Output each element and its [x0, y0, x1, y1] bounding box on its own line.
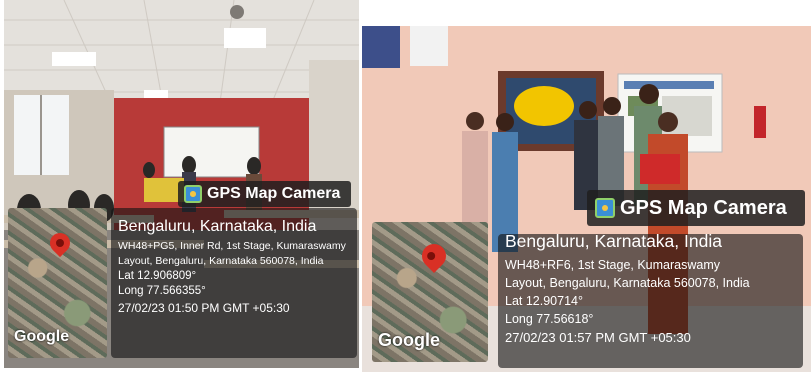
timestamp: 27/02/23 01:50 PM GMT +05:30	[118, 301, 290, 315]
city-label: Bengaluru, Karnataka, India	[505, 231, 722, 251]
camera-icon	[184, 185, 202, 203]
location-pin-icon	[417, 239, 451, 273]
longitude: Long 77.56618°	[505, 312, 594, 326]
address-line1: WH48+RF6, 1st Stage, Kumaraswamy	[505, 258, 721, 272]
google-logo: Google	[14, 328, 70, 345]
location-pin-icon	[45, 228, 75, 258]
latitude: Lat 12.90714°	[505, 294, 583, 308]
address-line1: WH48+PG5, Inner Rd, 1st Stage, Kumaraswa…	[118, 240, 346, 252]
latitude: Lat 12.906809°	[118, 270, 197, 282]
camera-icon	[595, 198, 615, 218]
address-line2: Layout, Bengaluru, Karnataka 560078, Ind…	[118, 255, 324, 267]
app-badge: GPS Map Camera	[587, 190, 805, 226]
app-badge: GPS Map Camera	[178, 181, 351, 207]
timestamp: 27/02/23 01:57 PM GMT +05:30	[505, 330, 691, 345]
city-label: Bengaluru, Karnataka, India	[118, 218, 317, 235]
geo-info: Bengaluru, Karnataka, India WH48+RF6, 1s…	[505, 231, 805, 345]
classroom-photo: Google GPS Map Camera Bengaluru, Karnata…	[4, 0, 359, 368]
map-thumbnail: Google	[8, 208, 107, 358]
map-thumbnail: Google	[372, 222, 488, 362]
group-photo: Google GPS Map Camera Bengaluru, Karnata…	[362, 26, 811, 372]
app-name: GPS Map Camera	[620, 196, 787, 219]
google-logo: Google	[378, 330, 440, 350]
geo-info: Bengaluru, Karnataka, India WH48+PG5, In…	[118, 218, 356, 315]
longitude: Long 77.566355°	[118, 285, 206, 297]
app-name: GPS Map Camera	[207, 185, 341, 202]
address-line2: Layout, Bengaluru, Karnataka 560078, Ind…	[505, 276, 750, 290]
